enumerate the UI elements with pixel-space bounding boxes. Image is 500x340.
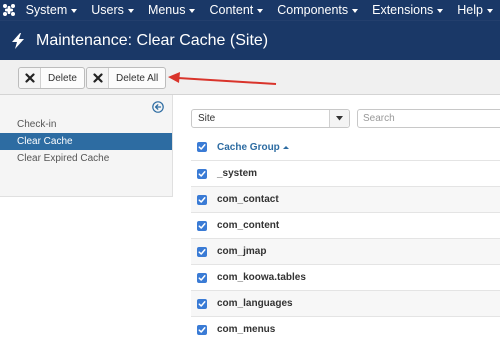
cache-group-name: com_languages [217, 298, 293, 309]
caret-down-icon [352, 9, 359, 13]
client-select[interactable]: Site [191, 109, 350, 128]
nav-users-menu[interactable]: Users [84, 0, 141, 20]
page-title: Maintenance: Clear Cache (Site) [36, 31, 269, 49]
caret-down-icon [437, 9, 444, 13]
select-all-checkbox[interactable] [197, 142, 207, 152]
row-checkbox[interactable] [197, 220, 207, 231]
page-header: Maintenance: Clear Cache (Site) [0, 20, 500, 60]
table-row[interactable]: com_content [191, 212, 500, 238]
row-checkbox[interactable] [197, 324, 207, 335]
cache-group-name: com_menus [217, 324, 276, 335]
sidebar-item-check-in[interactable]: Check-in [0, 116, 172, 133]
close-icon [19, 68, 41, 88]
nav-extensions-menu[interactable]: Extensions [365, 0, 450, 20]
cache-group-name: com_jmap [217, 246, 267, 257]
cache-group-name: com_koowa.tables [217, 272, 306, 283]
row-checkbox[interactable] [197, 168, 207, 179]
row-checkbox[interactable] [197, 272, 207, 283]
nav-menus-menu[interactable]: Menus [141, 0, 203, 20]
client-select-value: Site [198, 113, 216, 124]
caret-down-icon [257, 9, 264, 13]
search-input[interactable] [357, 109, 500, 128]
cache-group-column-header[interactable]: Cache Group [217, 142, 289, 153]
sidebar-item-clear-expired-cache[interactable]: Clear Expired Cache [0, 150, 172, 167]
nav-help-menu[interactable]: Help [450, 0, 500, 20]
table-row[interactable]: com_languages [191, 290, 500, 316]
delete-all-button[interactable]: Delete All [86, 67, 167, 89]
cache-table: Cache Group _system com_contact com_cont… [191, 134, 500, 340]
arrow-left-circle-icon[interactable] [152, 101, 164, 113]
top-navbar: System Users Menus Content Components Ex… [0, 0, 500, 20]
row-checkbox[interactable] [197, 246, 207, 257]
cache-group-name: _system [217, 168, 258, 179]
row-checkbox[interactable] [197, 298, 207, 309]
nav-content-menu[interactable]: Content [202, 0, 270, 20]
caret-down-icon [487, 9, 493, 13]
table-row[interactable]: com_koowa.tables [191, 264, 500, 290]
delete-button-label: Delete [48, 72, 77, 84]
table-row[interactable]: com_jmap [191, 238, 500, 264]
caret-down-icon [127, 9, 134, 13]
joomla-logo-icon[interactable] [0, 0, 19, 20]
table-header-row: Cache Group [191, 134, 500, 160]
caret-down-icon [71, 9, 78, 13]
cache-group-name: com_content [217, 220, 280, 231]
sidebar: Check-in Clear Cache Clear Expired Cache [0, 95, 173, 197]
annotation-arrow-icon [168, 72, 277, 85]
sort-ascending-icon [282, 145, 289, 149]
sidebar-item-clear-cache[interactable]: Clear Cache [0, 133, 172, 150]
nav-components-menu[interactable]: Components [270, 0, 365, 20]
table-row[interactable]: com_contact [191, 186, 500, 212]
cache-group-name: com_contact [217, 194, 279, 205]
table-row[interactable]: _system [191, 160, 500, 186]
nav-system-menu[interactable]: System [19, 0, 85, 20]
caret-down-icon [189, 9, 196, 13]
chevron-down-icon[interactable] [329, 110, 349, 127]
row-checkbox[interactable] [197, 194, 207, 205]
table-row[interactable]: com_menus [191, 316, 500, 340]
close-icon [87, 68, 109, 88]
delete-all-button-label: Delete All [116, 72, 159, 84]
delete-button[interactable]: Delete [18, 67, 85, 89]
lightning-icon [0, 21, 36, 61]
